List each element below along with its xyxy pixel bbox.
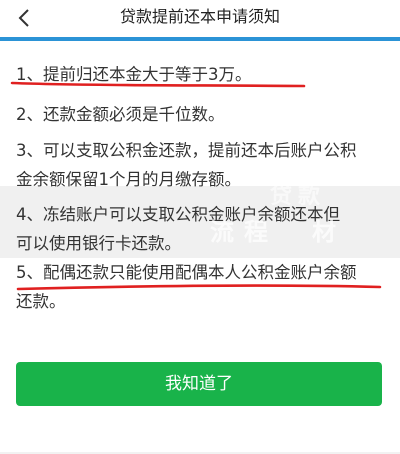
acknowledge-button[interactable]: 我知道了 (16, 362, 382, 406)
notice-item-2-text: 2、还款金额必须是千位数。 (16, 105, 225, 124)
navigation-bar: 贷款提前还本申请须知 (0, 0, 400, 36)
notice-item-5-line-2: 还款。 (16, 292, 66, 311)
page-title: 贷款提前还本申请须知 (119, 7, 280, 26)
title-underline (0, 37, 400, 41)
notice-item-2: 2、还款金额必须是千位数。 (16, 100, 388, 129)
notice-item-3-line-1: 3、可以支取公积金还款，提前还本后账户公积 (16, 141, 357, 160)
red-underline-annotation-5 (16, 284, 382, 291)
red-underline-annotation-1 (10, 81, 306, 88)
watermark-text: 流程 材 (210, 218, 346, 246)
